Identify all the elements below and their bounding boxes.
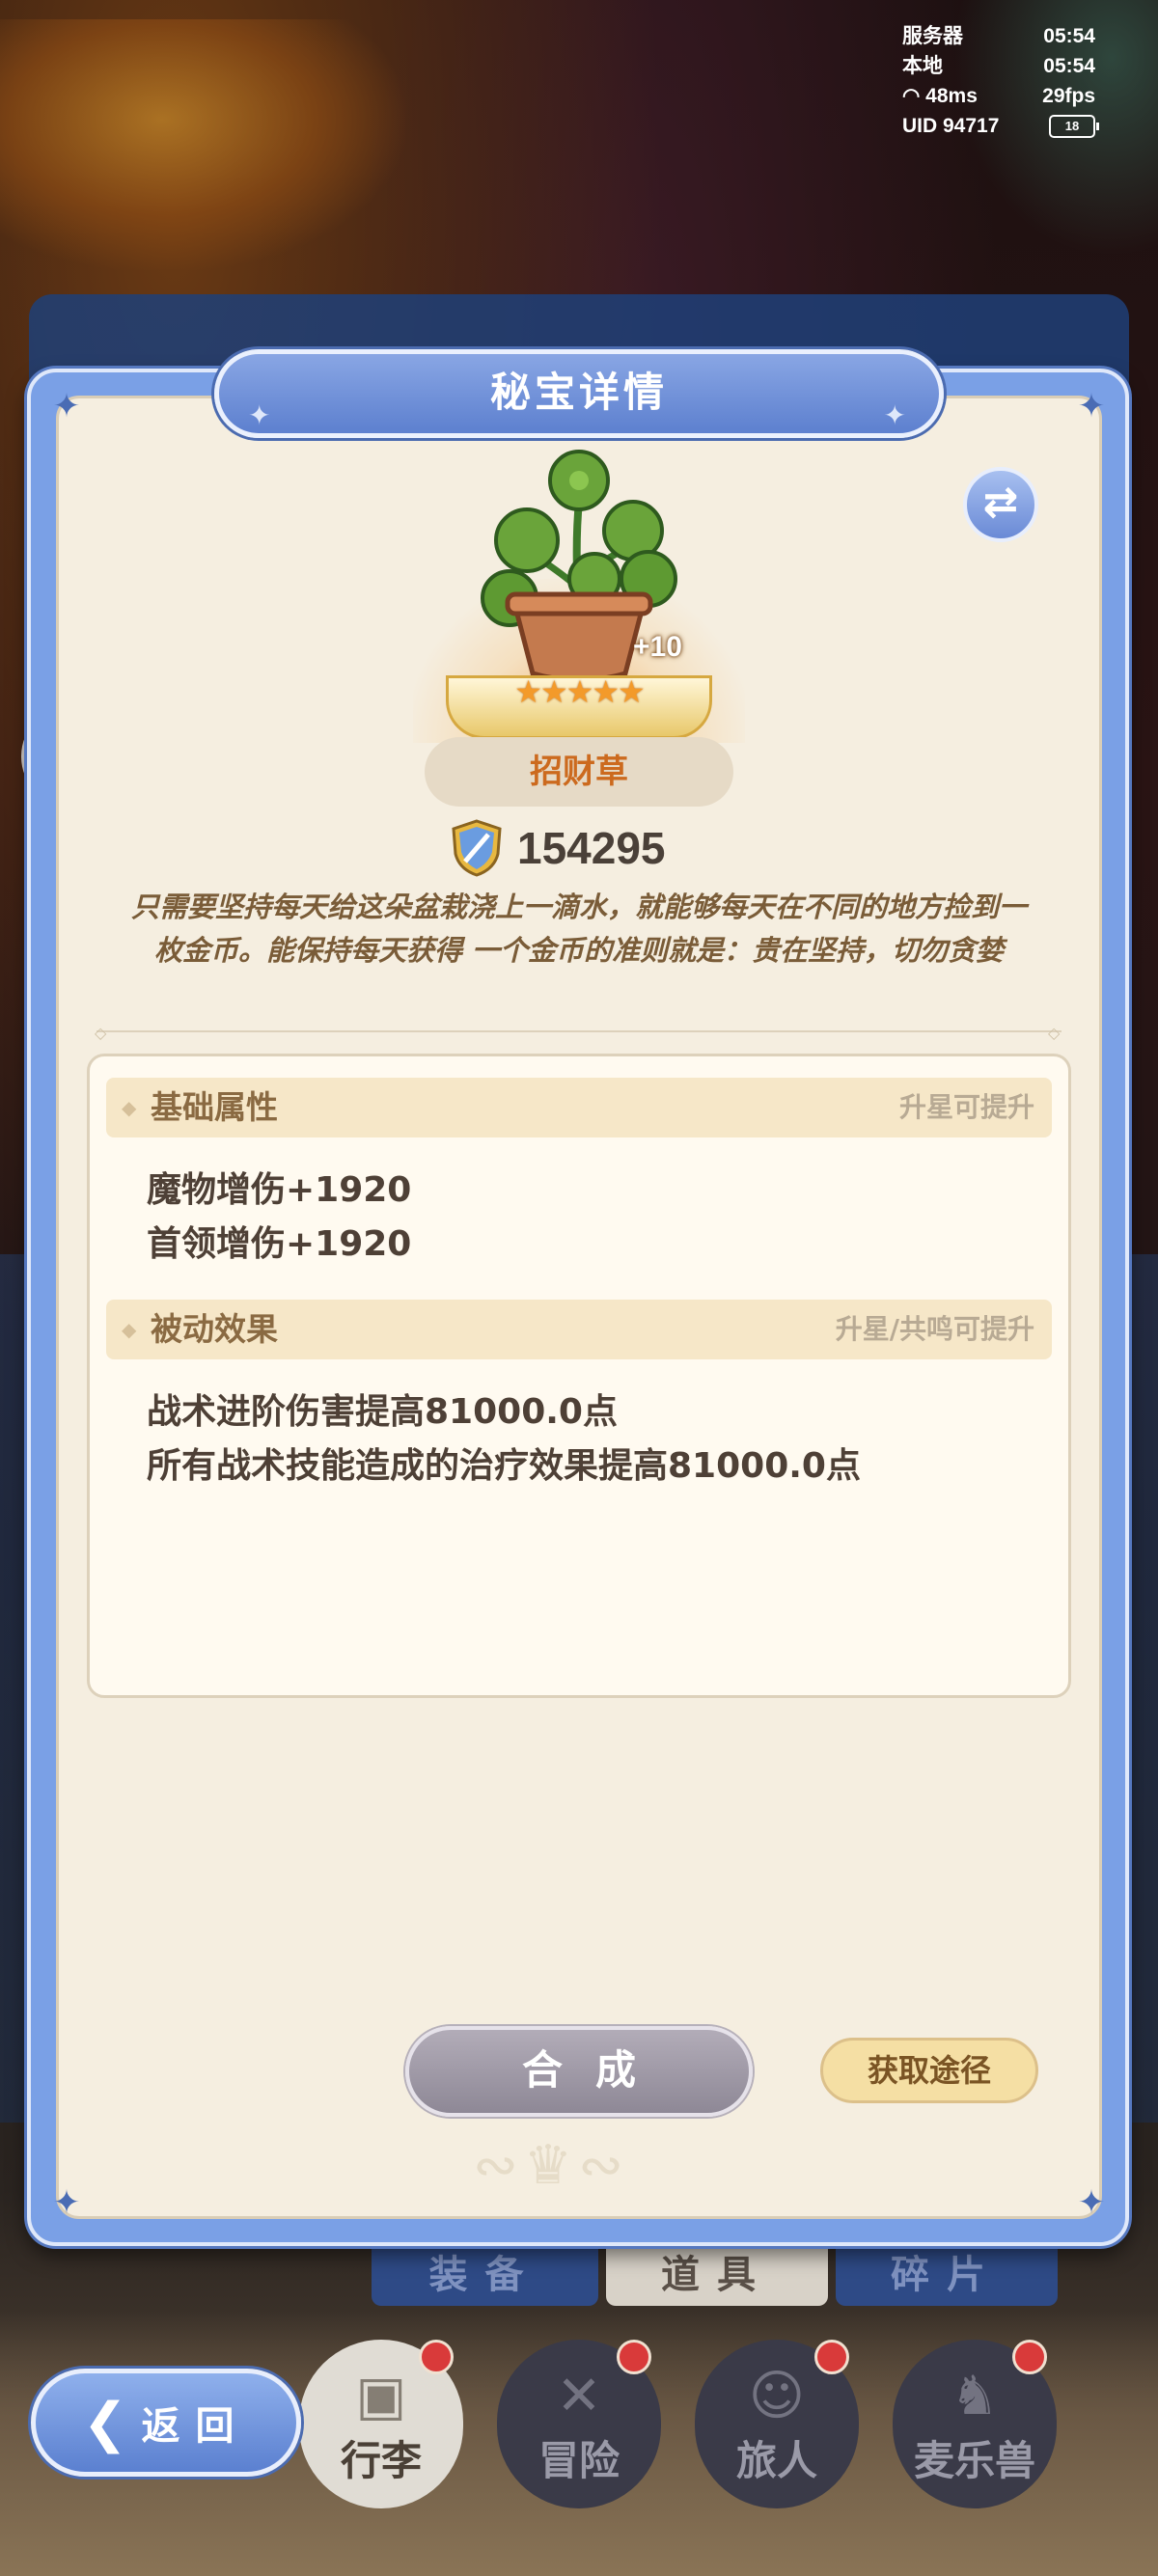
wifi-icon: ◠	[902, 85, 921, 107]
star-ornament-icon: ✦	[248, 399, 275, 431]
local-time: 05:54	[1043, 55, 1095, 77]
server-time: 05:54	[1043, 25, 1095, 47]
nav-item-travelers[interactable]: ☺ 旅人	[695, 2340, 859, 2508]
combine-button[interactable]: 合成	[405, 2026, 753, 2117]
notification-dot	[814, 2340, 849, 2374]
modal-title-text: 秘宝详情	[489, 369, 668, 416]
base-attr-hint: 升星可提升	[898, 1091, 1034, 1123]
corner-ornament: ✦	[52, 2183, 81, 2222]
divider-ornament: ◇	[1048, 1024, 1061, 1042]
back-label: 返回	[141, 2404, 250, 2449]
power-rating: 154295	[450, 818, 710, 878]
obtain-source-button[interactable]: 获取途径	[820, 2038, 1038, 2103]
swap-button[interactable]: ⇄	[963, 467, 1038, 542]
back-button[interactable]: ❮ 返回	[31, 2369, 301, 2477]
modal-title: ✦ 秘宝详情 ✦	[214, 349, 944, 438]
swap-arrows-icon: ⇄	[982, 478, 1019, 527]
notification-dot	[419, 2340, 454, 2374]
item-name: 招财草	[425, 737, 733, 807]
shield-sword-icon	[452, 819, 502, 877]
stat-line: 魔物增伤+1920	[147, 1170, 412, 1210]
notification-dot	[617, 2340, 651, 2374]
power-value: 154295	[517, 823, 666, 873]
crossed-swords-icon: ✕	[556, 2365, 602, 2427]
diamond-icon: ◆	[122, 1318, 137, 1341]
enhance-level: +10	[633, 631, 682, 663]
item-description: 只需要坚持每天给这朵盆栽浇上一滴水，就能够每天在不同的地方捡到一枚金币。能保持每…	[130, 891, 1027, 967]
nav-item-luggage[interactable]: ▣ 行李	[299, 2340, 463, 2508]
nav-item-pets[interactable]: ♞ 麦乐兽	[893, 2340, 1057, 2508]
fps-value: 29fps	[1042, 85, 1095, 107]
battery-icon: 18	[1049, 114, 1099, 138]
passive-title: 被动效果	[151, 1310, 278, 1348]
chest-icon: ▣	[355, 2365, 407, 2427]
divider	[96, 1030, 1062, 1032]
passive-line: 所有战术技能造成的治疗效果提高81000.0点	[147, 1446, 861, 1486]
passive-hint: 升星/共鸣可提升	[835, 1313, 1034, 1345]
base-attr-header: ◆ 基础属性 升星可提升	[106, 1078, 1052, 1137]
corner-ornament: ✦	[1077, 2183, 1106, 2222]
attributes-panel	[87, 1054, 1071, 1698]
star-rating: ★★★★★	[514, 673, 645, 710]
stat-line: 首领增伤+1920	[147, 1224, 412, 1264]
notification-dot	[1012, 2340, 1047, 2374]
divider-ornament: ◇	[95, 1024, 107, 1042]
passive-line: 战术进阶伤害提高81000.0点	[147, 1392, 618, 1432]
back-arrow-icon: ❮	[82, 2391, 128, 2454]
character-icon: ☺	[748, 2365, 806, 2427]
bottom-ornament: ∾♛∾	[473, 2134, 630, 2197]
uid-text: UID 94717	[902, 115, 1000, 137]
status-hud: 服务器 05:54 本地 05:54 ◠ 48ms 29fps UID 94717 18	[902, 21, 1099, 141]
ping-value: 48ms	[925, 85, 978, 107]
base-attr-title: 基础属性	[151, 1088, 278, 1126]
cat-icon: ♞	[950, 2365, 1000, 2427]
nav-item-adventure[interactable]: ✕ 冒险	[497, 2340, 661, 2508]
server-label: 服务器	[902, 25, 963, 47]
background-creature	[0, 19, 405, 270]
local-label: 本地	[902, 55, 943, 77]
diamond-icon: ◆	[122, 1096, 137, 1119]
passive-header: ◆ 被动效果 升星/共鸣可提升	[106, 1300, 1052, 1359]
corner-ornament: ✦	[1077, 387, 1106, 425]
corner-ornament: ✦	[52, 387, 81, 425]
star-ornament-icon: ✦	[883, 399, 910, 431]
